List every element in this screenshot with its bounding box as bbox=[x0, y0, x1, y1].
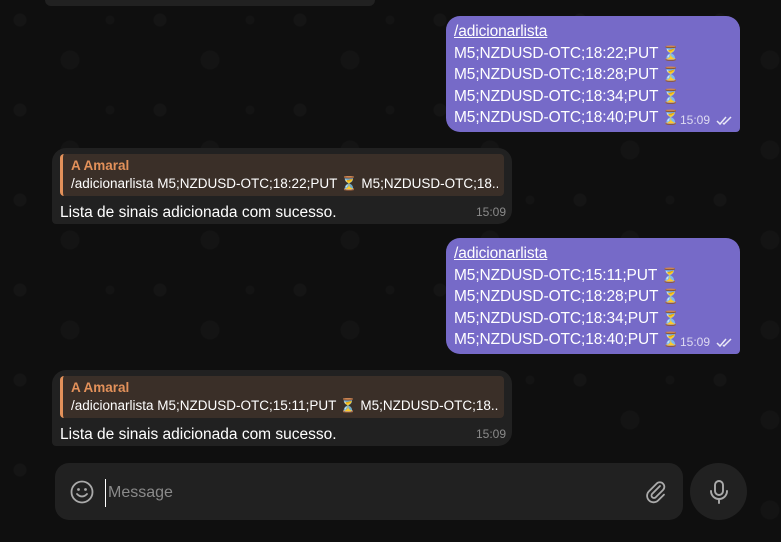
message-input[interactable] bbox=[105, 479, 630, 507]
hourglass-icon: ⏳ bbox=[662, 288, 680, 304]
reply-preview[interactable]: A Amaral /adicionarlista M5;NZDUSD-OTC;1… bbox=[60, 154, 504, 196]
outgoing-message[interactable]: /adicionarlista M5;NZDUSD-OTC;18:22;PUT … bbox=[446, 16, 740, 132]
signal-line: M5;NZDUSD-OTC;18:34;PUT ⏳ bbox=[454, 87, 680, 105]
message-time: 15:09 bbox=[475, 427, 506, 441]
paperclip-icon[interactable] bbox=[643, 479, 669, 505]
message-time: 15:09 bbox=[679, 335, 710, 349]
reply-text: /adicionarlista M5;NZDUSD-OTC;18:22;PUT … bbox=[71, 176, 498, 191]
signal-line: M5;NZDUSD-OTC;18:22;PUT ⏳ bbox=[454, 44, 680, 62]
hourglass-icon: ⏳ bbox=[662, 87, 680, 104]
microphone-icon bbox=[710, 480, 728, 504]
previous-message-edge bbox=[45, 0, 375, 6]
reply-preview[interactable]: A Amaral /adicionarlista M5;NZDUSD-OTC;1… bbox=[60, 376, 504, 418]
smile-icon[interactable] bbox=[69, 479, 95, 505]
hourglass-icon: ⏳ bbox=[662, 331, 680, 347]
message-text: Lista de sinais adicionada com sucesso. bbox=[60, 204, 337, 221]
incoming-message[interactable]: A Amaral /adicionarlista M5;NZDUSD-OTC;1… bbox=[52, 370, 512, 446]
command-link[interactable]: /adicionarlista bbox=[454, 243, 732, 265]
hourglass-icon: ⏳ bbox=[662, 44, 680, 61]
reply-author: A Amaral bbox=[71, 380, 130, 395]
outgoing-message[interactable]: /adicionarlista M5;NZDUSD-OTC;15:11;PUT … bbox=[446, 238, 740, 354]
signal-line: M5;NZDUSD-OTC;15:11;PUT ⏳ bbox=[454, 266, 679, 284]
double-check-icon bbox=[716, 338, 732, 348]
signal-line: M5;NZDUSD-OTC;18:28;PUT ⏳ bbox=[454, 288, 680, 305]
reply-text: /adicionarlista M5;NZDUSD-OTC;15:11;PUT … bbox=[71, 398, 498, 413]
message-time: 15:09 bbox=[475, 205, 506, 219]
signal-line: M5;NZDUSD-OTC;18:34;PUT ⏳ bbox=[454, 309, 680, 327]
incoming-message[interactable]: A Amaral /adicionarlista M5;NZDUSD-OTC;1… bbox=[52, 148, 512, 224]
hourglass-icon: ⏳ bbox=[662, 109, 680, 125]
message-text: Lista de sinais adicionada com sucesso. bbox=[60, 426, 337, 443]
hourglass-icon: ⏳ bbox=[662, 66, 680, 82]
double-check-icon bbox=[716, 116, 732, 126]
message-time: 15:09 bbox=[679, 113, 710, 127]
reply-author: A Amaral bbox=[71, 158, 130, 173]
hourglass-icon: ⏳ bbox=[662, 309, 680, 326]
hourglass-icon: ⏳ bbox=[661, 266, 679, 283]
microphone-button[interactable] bbox=[690, 463, 747, 520]
command-link[interactable]: /adicionarlista bbox=[454, 21, 732, 43]
message-composer bbox=[55, 463, 683, 520]
signal-line: M5;NZDUSD-OTC;18:28;PUT ⏳ bbox=[454, 66, 680, 83]
